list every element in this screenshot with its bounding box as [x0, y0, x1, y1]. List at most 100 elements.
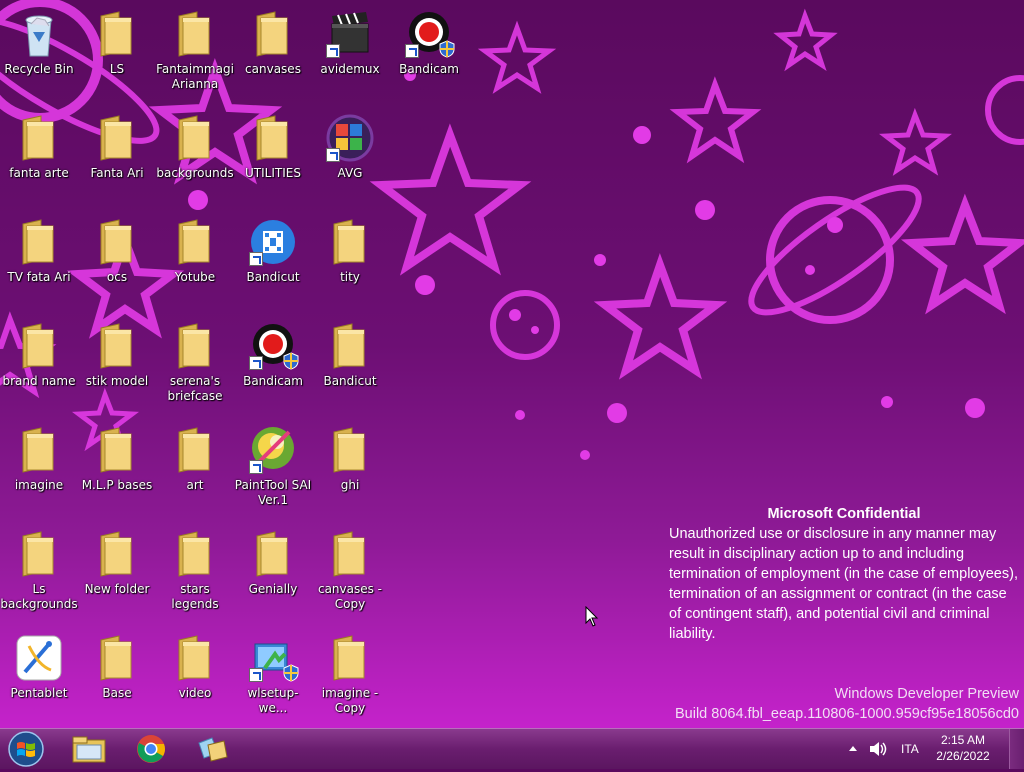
desktop-icon-label: Pentablet: [10, 686, 68, 700]
show-hidden-icons-icon[interactable]: [848, 744, 858, 752]
desktop-icon-tity[interactable]: tity: [312, 212, 388, 312]
desktop-icon-canvases-copy[interactable]: canvases - Copy: [312, 524, 388, 624]
desktop-icon-label: UTILITIES: [245, 166, 301, 180]
desktop-icon-label: art: [186, 478, 204, 492]
folder-icon: [249, 530, 297, 578]
bandicam-icon: [405, 10, 455, 58]
folder-icon: [93, 114, 141, 162]
desktop-icon-yotube[interactable]: Yotube: [157, 212, 233, 312]
desktop-icon-stik-model[interactable]: stik model: [79, 316, 155, 416]
desktop-icon-painttool-sai-ver-1[interactable]: PaintTool SAI Ver.1: [235, 420, 311, 520]
bandicut-icon: [249, 218, 297, 266]
desktop-icon-brand-name[interactable]: brand name: [1, 316, 77, 416]
desktop-icon-recycle-bin[interactable]: Recycle Bin: [1, 4, 77, 104]
desktop-icon-serena-s-briefcase[interactable]: serena's briefcase: [157, 316, 233, 416]
desktop-icon-fanta-arte[interactable]: fanta arte: [1, 108, 77, 208]
desktop-icon-bandicut[interactable]: Bandicut: [312, 316, 388, 416]
desktop-icon-avidemux[interactable]: avidemux: [312, 4, 388, 104]
confidential-body: Unauthorized use or disclosure in any ma…: [669, 526, 1018, 642]
folder-icon: [249, 10, 297, 58]
desktop-icon-label: AVG: [337, 166, 363, 180]
folder-icon: [93, 426, 141, 474]
language-indicator[interactable]: ITA: [901, 742, 919, 756]
folder-icon: [326, 530, 374, 578]
shortcut-arrow-icon: [326, 44, 340, 58]
desktop-icon-fantaimmagi-arianna[interactable]: Fantaimmagi Arianna: [156, 4, 234, 104]
desktop-icon-utilities[interactable]: UTILITIES: [235, 108, 311, 208]
shortcut-arrow-icon: [249, 668, 263, 682]
clock-time: 2:15 AM: [940, 733, 986, 747]
desktop-icon-bandicam[interactable]: Bandicam: [391, 4, 467, 104]
desktop-icon-genially[interactable]: Genially: [235, 524, 311, 624]
desktop-icon-label: canvases: [245, 62, 301, 76]
folder-icon: [171, 634, 219, 682]
shortcut-arrow-icon: [405, 44, 419, 58]
desktop-icon-wlsetup-we[interactable]: wlsetup-we...: [235, 628, 311, 728]
desktop-icon-label: Bandicam: [399, 62, 459, 76]
desktop-icon-new-folder[interactable]: New folder: [79, 524, 155, 624]
wlsetup-icon: [249, 634, 299, 682]
taskbar-chrome-button[interactable]: [126, 731, 176, 767]
clock-date: 2/26/2022: [936, 749, 990, 763]
folder-icon: [326, 322, 374, 370]
taskbar-app-button[interactable]: [188, 731, 238, 767]
pentablet-icon: [15, 634, 63, 682]
desktop-icon-ls-backgrounds[interactable]: Ls backgrounds: [0, 524, 78, 624]
sai-icon: [249, 426, 297, 474]
desktop-icon-ls[interactable]: LS: [79, 4, 155, 104]
desktop-icon-label: New folder: [84, 582, 150, 596]
desktop-icon-avg[interactable]: AVG: [312, 108, 388, 208]
desktop-icon-fanta-ari[interactable]: Fanta Ari: [79, 108, 155, 208]
desktop-icon-ocs[interactable]: ocs: [79, 212, 155, 312]
folder-icon: [15, 322, 63, 370]
folder-icon: [93, 218, 141, 266]
desktop-icon-backgrounds[interactable]: backgrounds: [156, 108, 234, 208]
clock[interactable]: 2:15 AM 2/26/2022: [930, 733, 996, 763]
desktop-icon-base[interactable]: Base: [79, 628, 155, 728]
desktop-icon-bandicam[interactable]: Bandicam: [235, 316, 311, 416]
desktop-icon-label: Genially: [248, 582, 298, 596]
taskbar-explorer-button[interactable]: [64, 731, 114, 767]
folder-icon: [15, 114, 63, 162]
desktop-icon-pentablet[interactable]: Pentablet: [1, 628, 77, 728]
desktop-icon-label: stik model: [85, 374, 149, 388]
desktop-icon-label: Yotube: [174, 270, 216, 284]
desktop-icon-label: imagine - Copy: [321, 686, 379, 715]
desktop-icon-label: M.L.P bases: [81, 478, 153, 492]
folder-icon: [326, 426, 374, 474]
desktop-icon-imagine[interactable]: imagine: [1, 420, 77, 520]
desktop-icon-stars-legends[interactable]: stars legends: [157, 524, 233, 624]
recycle-icon: [15, 10, 63, 58]
avidemux-icon: [326, 10, 374, 58]
desktop-icon-m-l-p-bases[interactable]: M.L.P bases: [79, 420, 155, 520]
desktop-icon-imagine-copy[interactable]: imagine - Copy: [312, 628, 388, 728]
desktop-icon-art[interactable]: art: [157, 420, 233, 520]
desktop-icon-canvases[interactable]: canvases: [235, 4, 311, 104]
desktop-icon-label: Bandicut: [246, 270, 300, 284]
desktop-icon-label: Bandicam: [243, 374, 303, 388]
desktop-icon-label: Ls backgrounds: [0, 582, 78, 611]
chrome-icon: [137, 735, 165, 763]
folder-icon: [171, 114, 219, 162]
shortcut-arrow-icon: [326, 148, 340, 162]
desktop-icon-label: ocs: [106, 270, 128, 284]
desktop-icon-bandicut[interactable]: Bandicut: [235, 212, 311, 312]
desktop-icon-ghi[interactable]: ghi: [312, 420, 388, 520]
folder-icon: [326, 218, 374, 266]
show-desktop-button[interactable]: [1009, 729, 1024, 769]
watermark-build: Build 8064.fbl_eeap.110806-1000.959cf95e…: [674, 706, 1019, 722]
desktop-icon-label: Recycle Bin: [4, 62, 74, 76]
shortcut-arrow-icon: [249, 356, 263, 370]
desktop-icon-video[interactable]: video: [157, 628, 233, 728]
volume-icon[interactable]: [869, 741, 887, 757]
folder-icon: [326, 634, 374, 682]
folder-icon: [93, 322, 141, 370]
folder-icon: [15, 218, 63, 266]
desktop-icon-label: PaintTool SAI Ver.1: [234, 478, 312, 507]
desktop-icon-tv-fata-ari[interactable]: TV fata Ari: [1, 212, 77, 312]
desktop-icon-label: canvases - Copy: [317, 582, 383, 611]
confidential-notice: Microsoft Confidential Unauthorized use …: [669, 504, 1019, 644]
folder-icon: [171, 322, 219, 370]
start-button[interactable]: [6, 730, 46, 768]
bandicam-icon: [249, 322, 299, 370]
